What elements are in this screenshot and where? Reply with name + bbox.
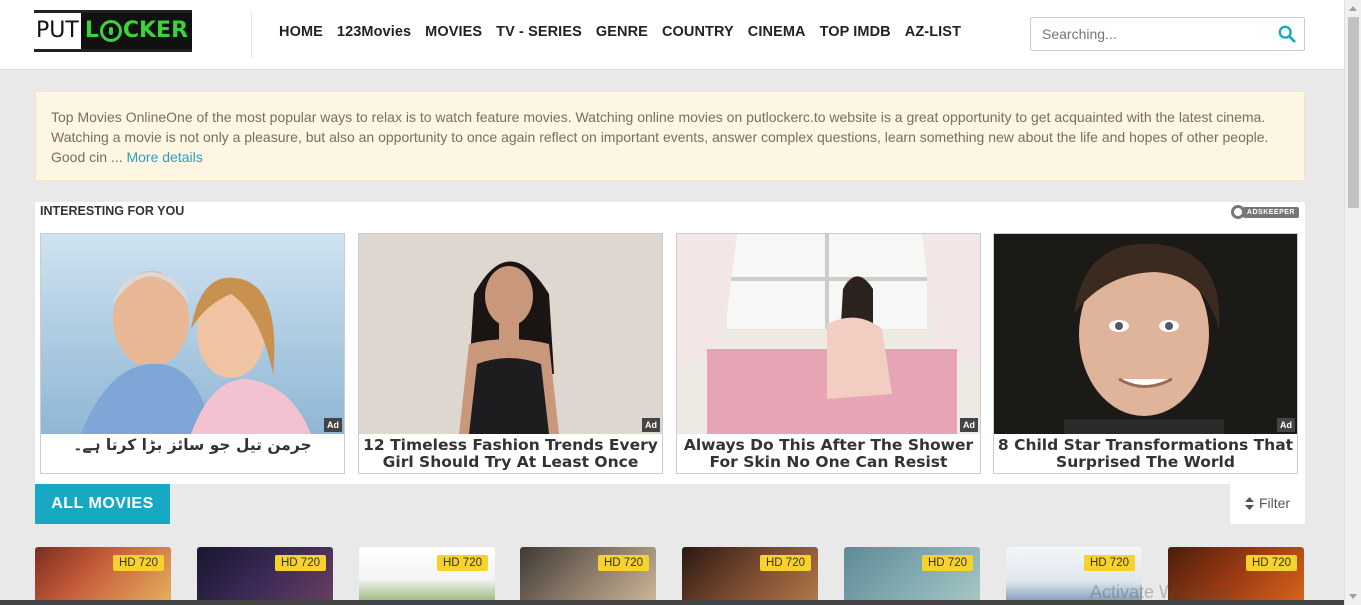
ad-card[interactable]: Ad 12 Timeless Fashion Trends Every Girl… [358,233,663,474]
vertical-scrollbar[interactable] [1344,0,1361,605]
logo-locker-text: L CKER [80,13,193,49]
scroll-down-arrow-icon[interactable] [1349,594,1357,599]
movie-card[interactable]: HD 720 [520,547,656,605]
search-input[interactable] [1031,18,1261,50]
quality-badge: HD 720 [275,555,326,571]
sort-icon [1244,496,1254,510]
site-description-notice: Top Movies OnlineOne of the most popular… [35,91,1305,181]
ad-image[interactable]: Ad [677,234,980,434]
quality-badge: HD 720 [760,555,811,571]
search-icon[interactable] [1278,25,1296,43]
quality-badge: HD 720 [922,555,973,571]
notice-text: Top Movies OnlineOne of the most popular… [51,109,1269,165]
filter-label: Filter [1258,495,1291,511]
movie-card[interactable]: HD 720 [35,547,171,605]
scrollbar-thumb[interactable] [1348,17,1359,208]
ad-badge: Ad [324,418,342,432]
logo-put-text: PUT [36,18,79,43]
ad-badge: Ad [1277,418,1295,432]
ad-badge: Ad [642,418,660,432]
ad-caption[interactable]: 12 Timeless Fashion Trends Every Girl Sh… [359,437,662,471]
site-logo[interactable]: PUT L CKER [34,10,193,52]
movie-card[interactable]: HD 720 [197,547,333,605]
tab-all-movies[interactable]: ALL MOVIES [35,484,170,524]
ad-card[interactable]: Ad Always Do This After The Shower For S… [676,233,981,474]
quality-badge: HD 720 [598,555,649,571]
nav-123movies[interactable]: 123Movies [337,24,411,40]
logo-locker-l: L [84,18,99,43]
ad-card[interactable]: Ad جرمن تیل جو سائز بڑا کرتا ہے۔ [40,233,345,474]
sponsored-ads-block: INTERESTING FOR YOU ADSKEEPER Ad جرمن تی… [35,202,1305,484]
ad-caption[interactable]: جرمن تیل جو سائز بڑا کرتا ہے۔ [41,437,344,454]
quality-badge: HD 720 [1084,555,1135,571]
quality-badge: HD 720 [113,555,164,571]
site-header: PUT L CKER HOME 123Movies MOVIES TV - SE… [0,0,1344,70]
movie-card[interactable]: HD 720 [359,547,495,605]
ad-card[interactable]: Ad 8 Child Star Transformations That Sur… [993,233,1298,474]
nav-tv-series[interactable]: TV - SERIES [496,24,582,40]
quality-badge: HD 720 [437,555,488,571]
search-box [1030,17,1305,51]
more-details-link[interactable]: More details [126,149,202,165]
nav-country[interactable]: COUNTRY [662,24,734,40]
adskeeper-logo[interactable]: ADSKEEPER [1230,205,1299,219]
scroll-up-arrow-icon[interactable] [1349,6,1357,11]
ad-caption[interactable]: Always Do This After The Shower For Skin… [677,437,980,471]
movie-card[interactable]: HD 720 [844,547,980,605]
nav-top-imdb[interactable]: TOP IMDB [820,24,891,40]
nav-cinema[interactable]: CINEMA [748,24,806,40]
nav-genre[interactable]: GENRE [596,24,648,40]
filter-button[interactable]: Filter [1230,482,1305,524]
ad-image[interactable]: Ad [994,234,1297,434]
ad-caption[interactable]: 8 Child Star Transformations That Surpri… [994,437,1297,471]
movie-card[interactable]: HD 720 [682,547,818,605]
ad-image[interactable]: Ad [41,234,344,434]
header-divider [251,12,252,58]
logo-locker-rest: CKER [122,18,189,43]
horizontal-scrollbar[interactable] [0,600,1344,605]
ad-image[interactable]: Ad [359,234,662,434]
main-nav: HOME 123Movies MOVIES TV - SERIES GENRE … [279,24,961,40]
lock-icon [99,20,122,42]
nav-az-list[interactable]: AZ-LIST [905,24,961,40]
nav-home[interactable]: HOME [279,24,323,40]
nav-movies[interactable]: MOVIES [425,24,482,40]
ads-title: INTERESTING FOR YOU [40,204,185,218]
ad-badge: Ad [960,418,978,432]
quality-badge: HD 720 [1246,555,1297,571]
adskeeper-label: ADSKEEPER [1242,206,1299,218]
